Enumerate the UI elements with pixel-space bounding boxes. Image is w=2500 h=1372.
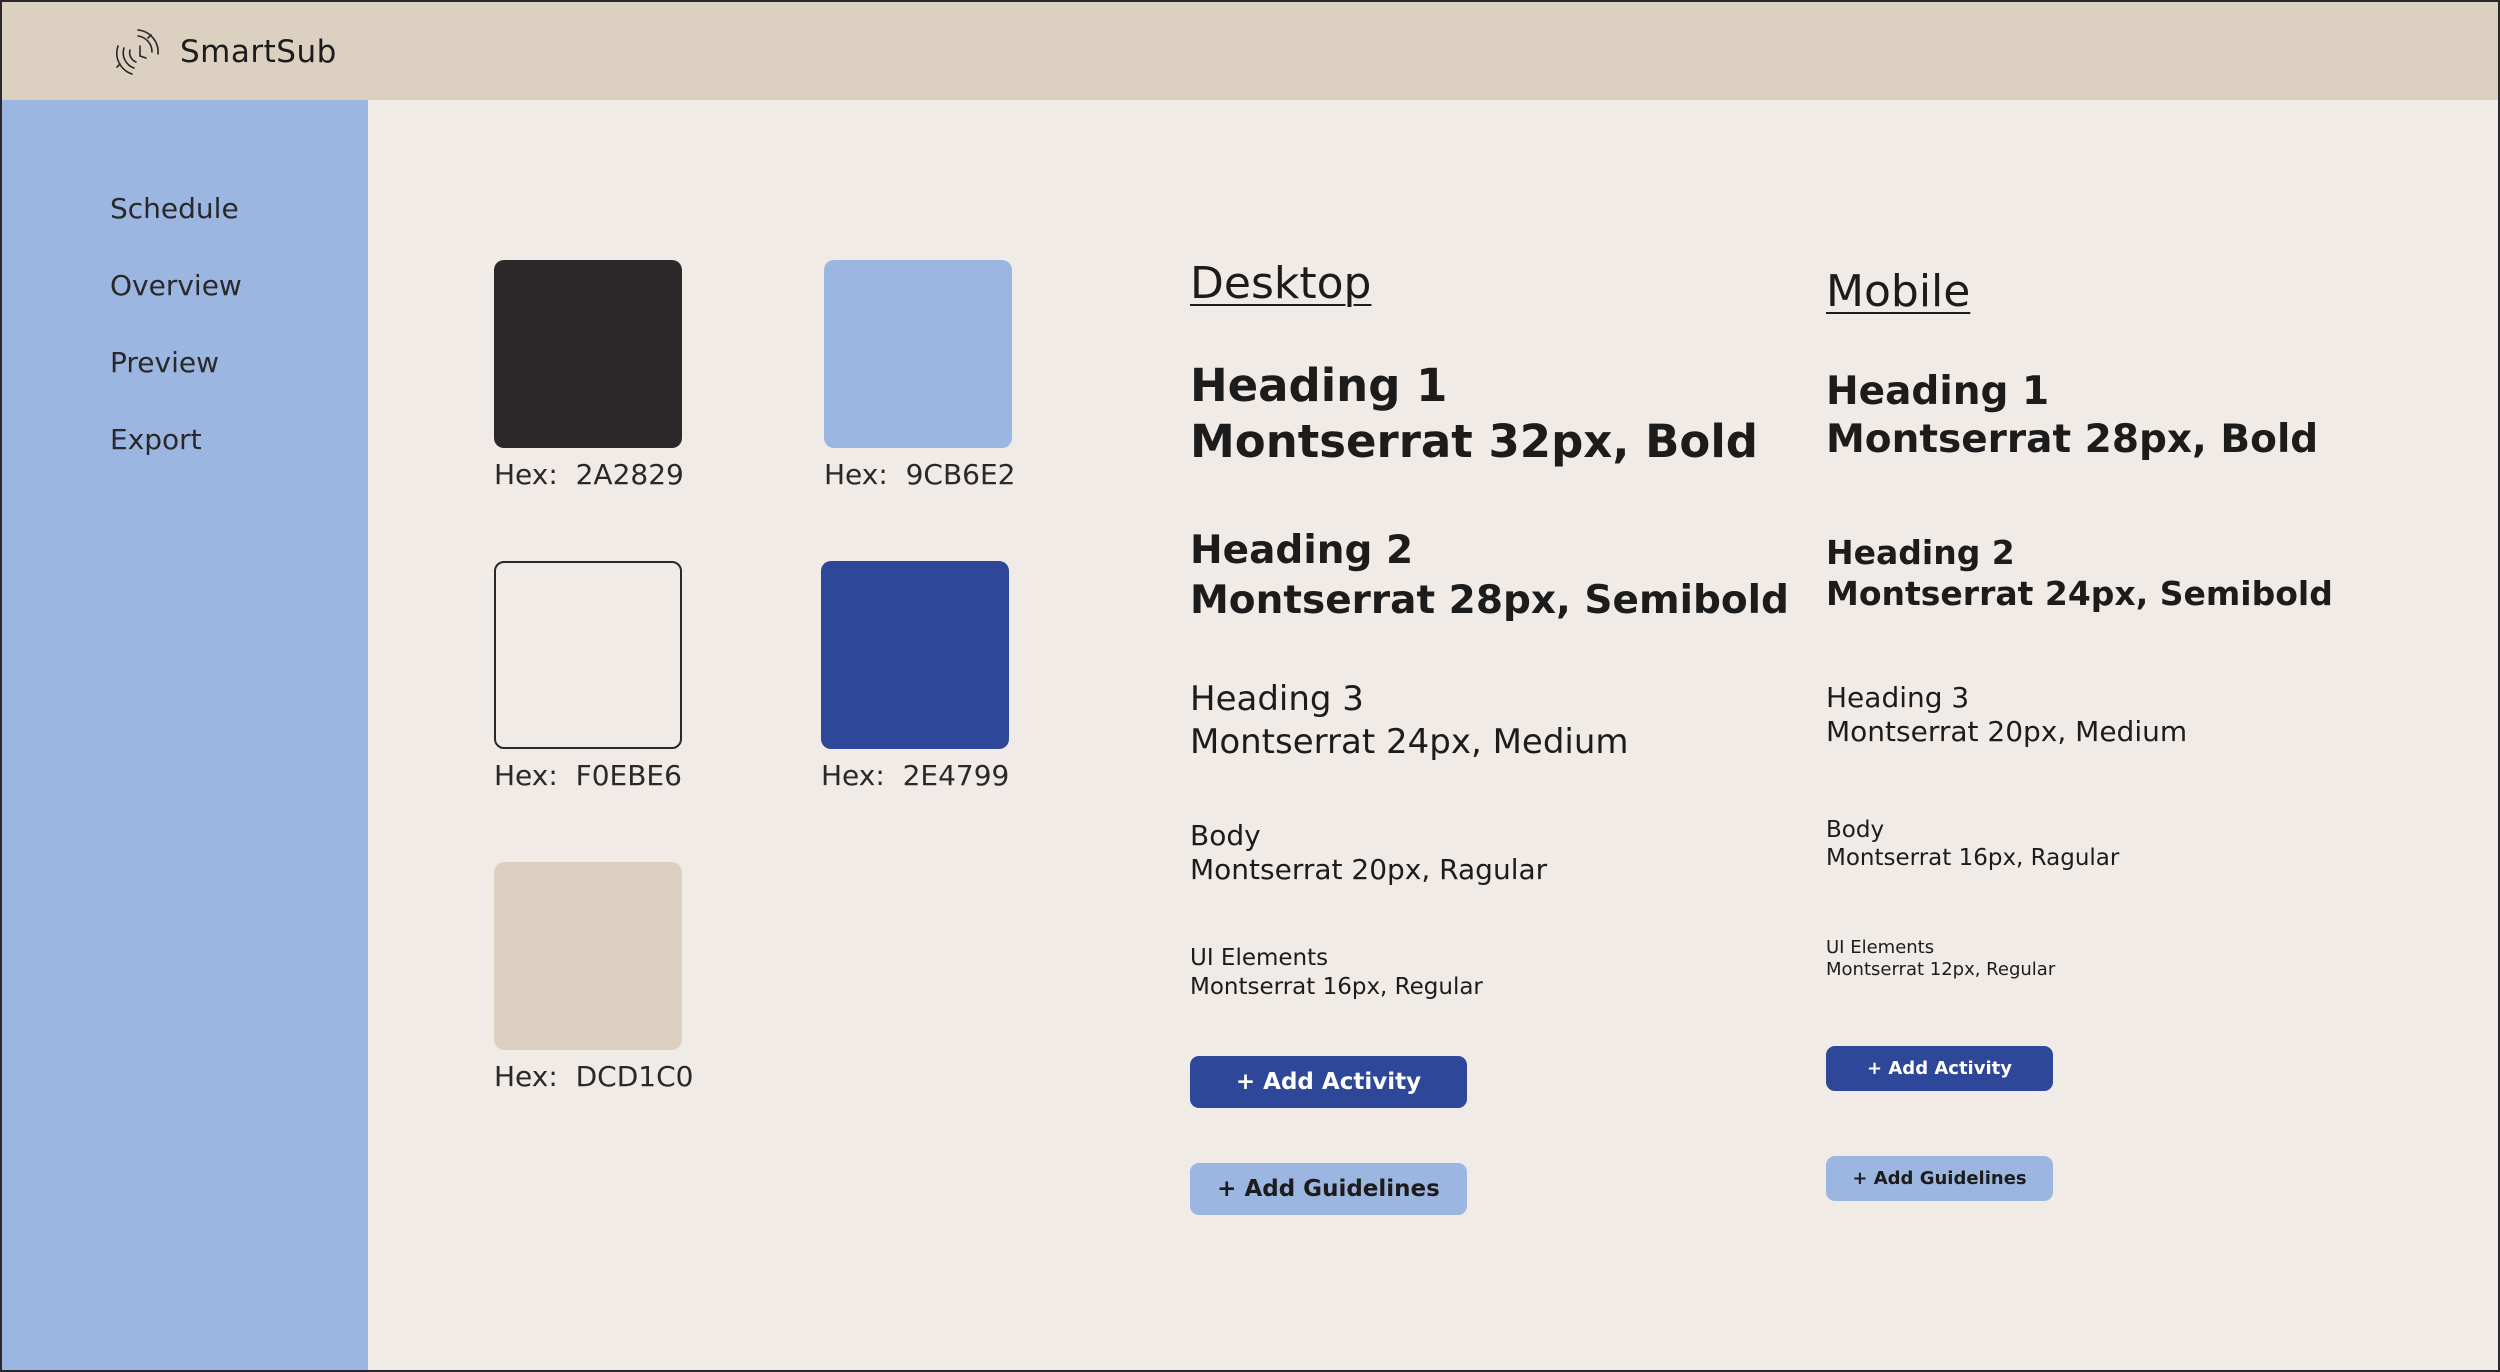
mobile-h2-name: Heading 2: [1826, 533, 2015, 572]
mobile-h3-name: Heading 3: [1826, 681, 1970, 714]
mobile-body-spec: Montserrat 16px, Ragular: [1826, 845, 2120, 871]
mobile-h3-spec: Montserrat 20px, Medium: [1826, 715, 2188, 748]
brand[interactable]: SmartSub: [108, 24, 337, 80]
smartsub-logo-icon: [116, 29, 159, 75]
swatch-hex-label: Hex: DCD1C0: [494, 1060, 694, 1093]
mobile-add-activity-button[interactable]: + Add Activity: [1826, 1046, 2053, 1091]
sidebar-item-schedule[interactable]: Schedule: [110, 192, 239, 225]
desktop-h3-name: Heading 3: [1190, 679, 1364, 719]
top-bar: SmartSub: [2, 2, 2498, 100]
desktop-title: Desktop: [1190, 258, 1372, 309]
desktop-h3-spec: Montserrat 24px, Medium: [1190, 722, 1629, 762]
mobile-ui-spec: Montserrat 12px, Regular: [1826, 959, 2056, 980]
sidebar-item-preview[interactable]: Preview: [110, 346, 219, 379]
color-swatch-light-blue: [824, 260, 1012, 448]
color-swatch-navy: [821, 561, 1009, 749]
sidebar-item-overview[interactable]: Overview: [110, 269, 242, 302]
desktop-add-activity-button[interactable]: + Add Activity: [1190, 1056, 1467, 1108]
desktop-h1-name: Heading 1: [1190, 359, 1448, 412]
mobile-add-guidelines-button[interactable]: + Add Guidelines: [1826, 1156, 2053, 1201]
sidebar: Schedule Overview Preview Export: [2, 100, 368, 1370]
app-window: SmartSub Schedule Overview Preview Expor…: [0, 0, 2500, 1372]
color-swatch-beige: [494, 862, 682, 1050]
mobile-h1-name: Heading 1: [1826, 369, 2050, 414]
mobile-h2-spec: Montserrat 24px, Semibold: [1826, 574, 2333, 613]
swatch-hex-label: Hex: F0EBE6: [494, 759, 682, 792]
color-swatch-dark: [494, 260, 682, 448]
desktop-ui-name: UI Elements: [1190, 945, 1329, 971]
mobile-h1-spec: Montserrat 28px, Bold: [1826, 417, 2319, 462]
app-name: SmartSub: [180, 34, 337, 70]
mobile-title: Mobile: [1826, 266, 1971, 317]
sidebar-item-export[interactable]: Export: [110, 423, 202, 456]
mobile-body-name: Body: [1826, 817, 1885, 843]
desktop-h1-spec: Montserrat 32px, Bold: [1190, 415, 1758, 468]
swatch-hex-label: Hex: 9CB6E2: [824, 458, 1016, 491]
swatch-hex-label: Hex: 2E4799: [821, 759, 1010, 792]
desktop-body-spec: Montserrat 20px, Ragular: [1190, 853, 1548, 886]
desktop-h2-spec: Montserrat 28px, Semibold: [1190, 578, 1789, 623]
desktop-ui-spec: Montserrat 16px, Regular: [1190, 974, 1483, 1000]
swatch-hex-label: Hex: 2A2829: [494, 458, 684, 491]
desktop-h2-name: Heading 2: [1190, 528, 1414, 573]
color-swatch-off-white: [494, 561, 682, 749]
mobile-ui-name: UI Elements: [1826, 937, 1935, 958]
desktop-add-guidelines-button[interactable]: + Add Guidelines: [1190, 1163, 1467, 1215]
desktop-body-name: Body: [1190, 819, 1261, 852]
